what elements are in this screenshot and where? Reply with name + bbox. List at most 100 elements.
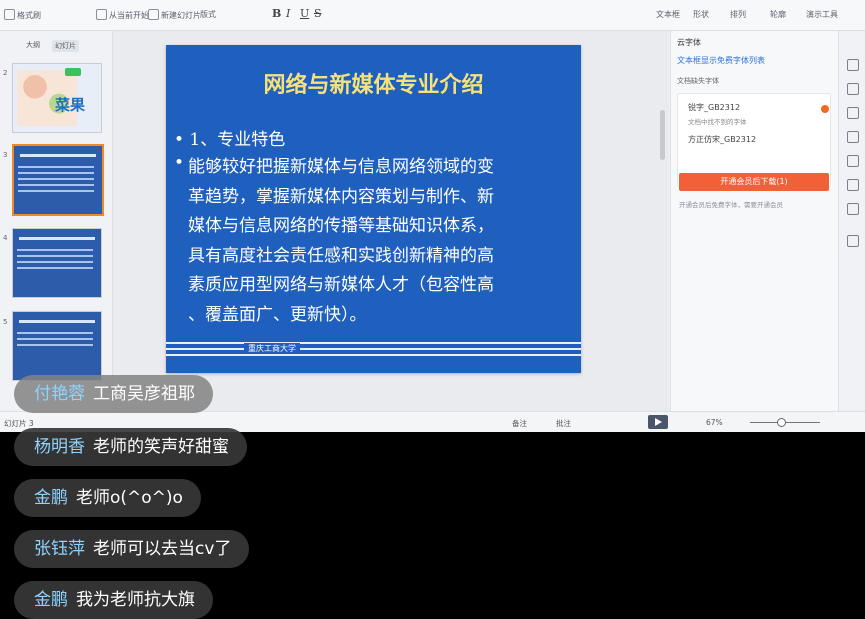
footer-line xyxy=(166,348,581,350)
thumbnail-label: 菜果 xyxy=(55,96,86,114)
school-logo: 重庆工商大学 xyxy=(244,343,300,354)
bold-button[interactable]: B xyxy=(272,7,281,20)
zoom-slider-knob[interactable] xyxy=(777,418,786,427)
chat-username: 金鹏 xyxy=(34,590,68,610)
current-slide[interactable]: 网络与新媒体专业介绍 • 1、专业特色 • 能够较好把握新媒体与信息网络领域的变… xyxy=(166,45,581,373)
ribbon-button[interactable]: 轮廓 xyxy=(770,9,786,20)
footer-decoration xyxy=(166,342,581,358)
tool-icon[interactable] xyxy=(847,155,859,167)
warning-icon xyxy=(821,105,829,113)
tool-icon[interactable] xyxy=(847,131,859,143)
body-line: 媒体与信息网络的传播等基础知识体系， xyxy=(188,216,494,236)
slide-thumbnail-2[interactable]: 菜果 xyxy=(12,63,102,133)
tool-icon[interactable] xyxy=(847,179,859,191)
tool-icon[interactable] xyxy=(847,107,859,119)
font-list-link[interactable]: 文本框显示免费字体列表 xyxy=(677,55,765,66)
chat-username: 张钰萍 xyxy=(34,539,85,559)
tab-outline[interactable]: 大纲 xyxy=(26,40,40,50)
phone-image xyxy=(65,68,81,76)
slide-title: 网络与新媒体专业介绍 xyxy=(263,72,484,98)
chat-text: 老师可以去当cv了 xyxy=(93,539,232,559)
chat-text: 老师o(^o^)o xyxy=(76,488,183,508)
slide-thumbnail-5[interactable] xyxy=(12,311,102,381)
chat-text: 老师的笑声好甜蜜 xyxy=(93,437,229,457)
text-tool-icon[interactable] xyxy=(847,235,859,247)
notes-button[interactable]: 备注 xyxy=(512,418,527,429)
tool-icon[interactable] xyxy=(847,83,859,95)
presentation-app: 格式刷 从当前开始 新建幻灯片 版式 B I U S 文本框 形状 排列 轮廓 … xyxy=(0,0,865,432)
font-item[interactable]: 方正仿宋_GB2312 xyxy=(688,134,756,145)
underline-button[interactable]: U xyxy=(300,7,309,20)
thumbnail-line xyxy=(17,255,93,257)
chat-text: 我为老师抗大旗 xyxy=(76,590,195,610)
chat-username: 金鹏 xyxy=(34,488,68,508)
slide-number: 4 xyxy=(3,234,8,242)
chat-message: 金鹏 我为老师抗大旗 xyxy=(14,581,213,619)
ribbon-toolbar: 格式刷 从当前开始 新建幻灯片 版式 B I U S 文本框 形状 排列 轮廓 … xyxy=(0,0,865,31)
italic-button[interactable]: I xyxy=(286,7,290,20)
panel-title: 云字体 xyxy=(677,38,701,47)
thumbnail-title xyxy=(19,237,95,240)
body-line: 能够较好把握新媒体与信息网络领域的变 xyxy=(188,157,494,177)
thumbnail-title xyxy=(19,320,95,323)
chat-username: 杨明香 xyxy=(34,437,85,457)
cloud-font-panel: 云字体 文本框显示免费字体列表 文档缺失字体 锐字_GB2312 文档中找不到的… xyxy=(670,31,839,411)
tool-icon[interactable] xyxy=(847,203,859,215)
thumbnail-line xyxy=(17,332,93,334)
ribbon-button[interactable]: 从当前开始 xyxy=(96,9,149,21)
chat-message: 张钰萍 老师可以去当cv了 xyxy=(14,530,250,568)
footer-line xyxy=(166,342,581,344)
strike-button[interactable]: S xyxy=(314,7,322,20)
zoom-level: 67% xyxy=(706,418,723,427)
chat-username: 付艳蓉 xyxy=(34,384,85,404)
ribbon-button[interactable]: 格式刷 xyxy=(4,9,41,21)
chat-message: 金鹏 老师o(^o^)o xyxy=(14,479,201,517)
ribbon-button[interactable]: 文本框 xyxy=(656,9,680,20)
slide-thumbnail-4[interactable] xyxy=(12,228,102,298)
slide-thumbnail-pane: 大纲 幻灯片 2 菜果 3 4 5 xyxy=(0,31,113,411)
play-button[interactable] xyxy=(648,415,668,429)
slide-number: 2 xyxy=(3,69,8,77)
slide-bullet: • 1、专业特色 xyxy=(174,130,286,150)
thumbnail-line xyxy=(17,261,93,263)
body-line: 素质应用型网络与新媒体人才（包容性高 xyxy=(188,275,494,295)
tool-icon[interactable] xyxy=(847,59,859,71)
ribbon-button[interactable]: 形状 xyxy=(693,9,709,20)
right-toolbar xyxy=(838,31,865,411)
thumbnail-line xyxy=(18,166,94,168)
ribbon-button[interactable]: 排列 xyxy=(730,9,746,20)
ribbon-button[interactable]: 演示工具 xyxy=(806,9,838,20)
thumbnail-title xyxy=(20,154,96,157)
chat-text: 工商吴彦祖耶 xyxy=(93,384,195,404)
body-line: 革趋势，掌握新媒体内容策划与制作、新 xyxy=(188,186,494,207)
play-icon xyxy=(96,9,107,20)
download-fonts-button[interactable]: 开通会员后下载(1) xyxy=(679,173,829,191)
slide-number: 5 xyxy=(3,318,8,326)
body-line: 具有高度社会责任感和实践创新精神的高 xyxy=(188,245,494,266)
thumbnail-line xyxy=(17,344,93,346)
thumbnail-line xyxy=(18,184,94,186)
copy-icon xyxy=(4,9,15,20)
ribbon-button[interactable]: 版式 xyxy=(200,9,216,20)
font-item[interactable]: 锐字_GB2312 xyxy=(688,102,740,113)
thumbnail-line xyxy=(18,178,94,180)
canvas-scrollbar[interactable] xyxy=(660,110,665,160)
chat-message: 付艳蓉 工商吴彦祖耶 xyxy=(14,375,213,413)
panel-note: 开通会员后免费字体，需要开通会员 xyxy=(679,201,783,209)
footer-line xyxy=(166,354,581,356)
slide-body-text: 能够较好把握新媒体与信息网络领域的变 革趋势，掌握新媒体内容策划与制作、新 媒体… xyxy=(188,153,573,330)
new-slide-icon xyxy=(148,9,159,20)
ribbon-button[interactable]: 新建幻灯片 xyxy=(148,9,201,21)
body-line: 、覆盖面广、更新快）。 xyxy=(188,304,367,325)
thumbnail-line xyxy=(17,267,93,269)
thumbnail-line xyxy=(17,338,93,340)
tab-slides[interactable]: 幻灯片 xyxy=(52,40,79,52)
thumbnail-line xyxy=(18,172,94,174)
thumbnail-line xyxy=(17,249,93,251)
comments-button[interactable]: 批注 xyxy=(556,418,571,429)
chat-message: 杨明香 老师的笑声好甜蜜 xyxy=(14,428,247,466)
slide-thumbnail-3[interactable] xyxy=(12,144,104,216)
thumbnail-line xyxy=(18,190,94,192)
bullet-marker: • xyxy=(174,153,185,173)
panel-subtitle: 文档缺失字体 xyxy=(677,77,719,85)
